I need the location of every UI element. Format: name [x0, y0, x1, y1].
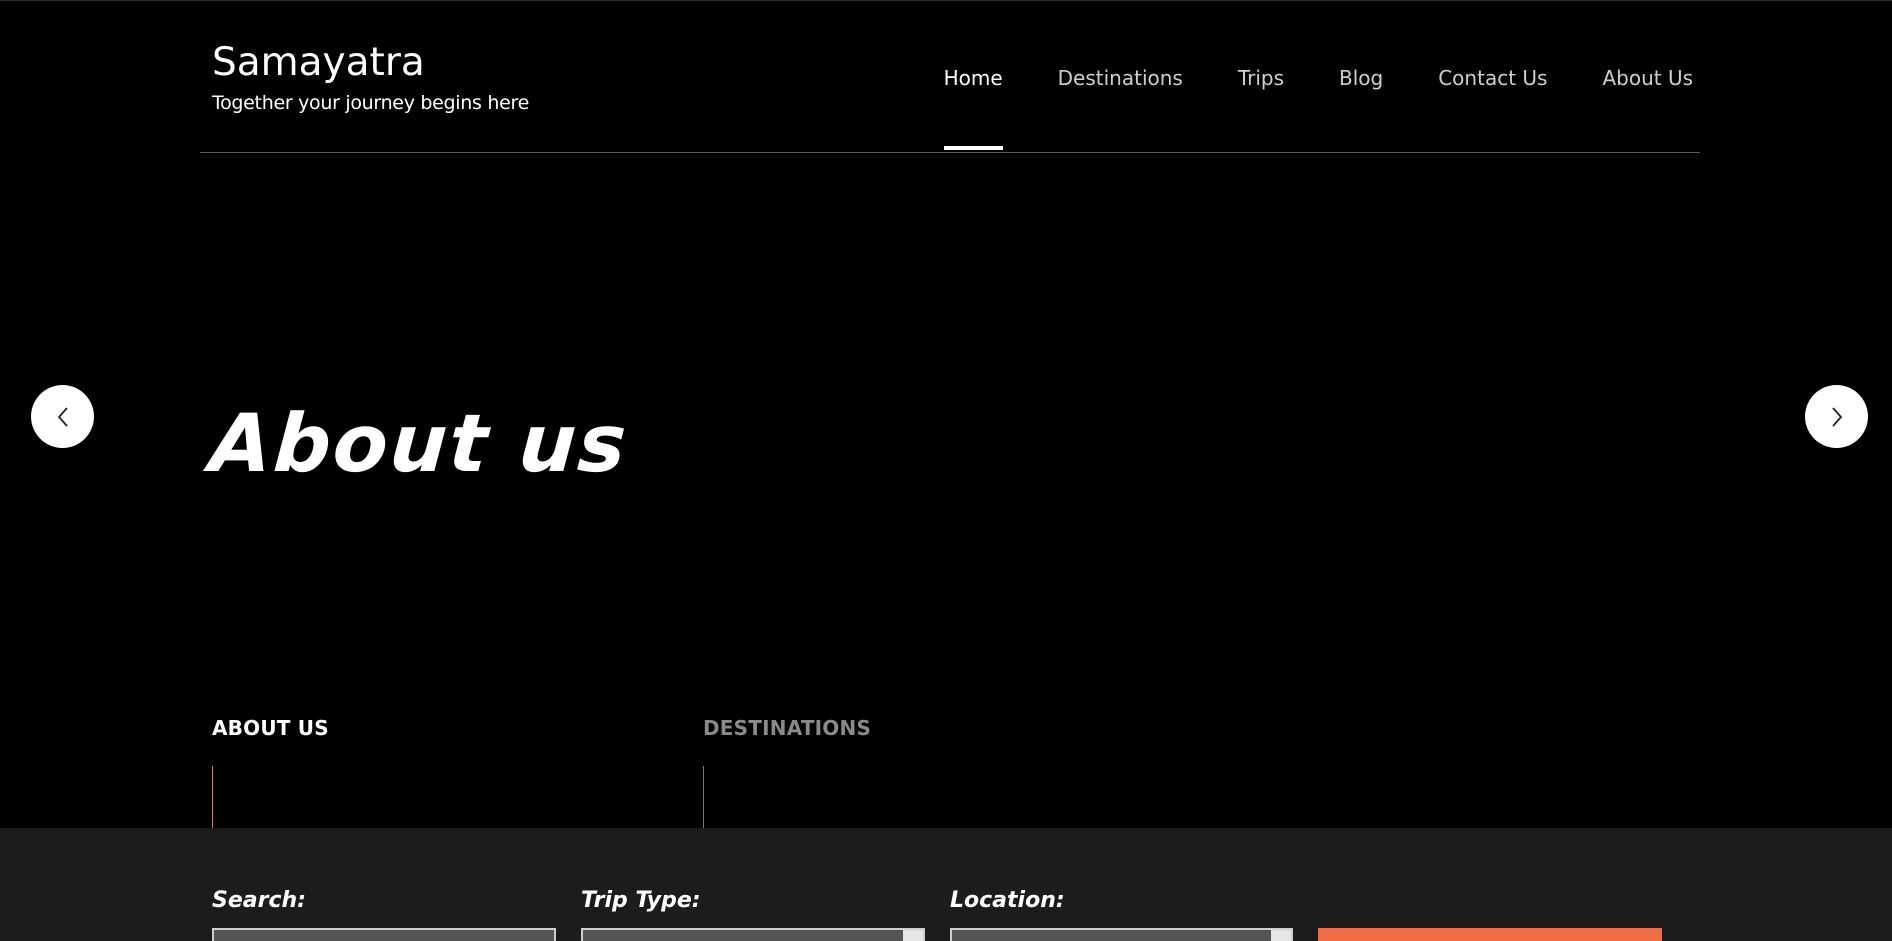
- nav-item-label: Trips: [1237, 66, 1284, 90]
- site-tagline: Together your journey begins here: [212, 92, 529, 114]
- nav-item-blog[interactable]: Blog: [1339, 61, 1383, 95]
- trip-type-select[interactable]: [581, 928, 925, 941]
- location-label: Location:: [950, 888, 1065, 913]
- chevron-left-icon: [57, 406, 68, 427]
- trip-search-bar: Search: Trip Type: Location:: [0, 828, 1892, 941]
- location-select[interactable]: [950, 928, 1293, 941]
- nav-item-home[interactable]: Home: [943, 61, 1003, 150]
- trip-type-scrollbar[interactable]: [903, 930, 923, 941]
- brand: Samayatra Together your journey begins h…: [212, 39, 529, 115]
- nav-item-label: About Us: [1602, 66, 1693, 90]
- main-nav: Home Destinations Trips Blog Contact Us …: [889, 61, 1693, 150]
- hero-title: About us: [206, 397, 632, 490]
- active-nav-indicator: [943, 146, 1003, 150]
- nav-item-label: Destinations: [1057, 66, 1183, 90]
- tab-about-us-indicator: [212, 766, 213, 828]
- nav-item-about-us[interactable]: About Us: [1602, 61, 1693, 95]
- search-submit-button[interactable]: [1318, 928, 1662, 941]
- page: Samayatra Together your journey begins h…: [0, 0, 1892, 941]
- nav-item-contact-us[interactable]: Contact Us: [1438, 61, 1547, 95]
- site-title[interactable]: Samayatra: [212, 39, 529, 87]
- header-divider: [200, 152, 1700, 153]
- slider-next-button[interactable]: [1805, 385, 1868, 448]
- nav-item-trips[interactable]: Trips: [1238, 61, 1284, 95]
- search-label: Search:: [212, 888, 306, 913]
- tab-destinations-indicator: [703, 766, 704, 828]
- nav-item-label: Contact Us: [1438, 66, 1548, 90]
- nav-item-label: Home: [943, 66, 1003, 90]
- nav-item-label: Blog: [1339, 66, 1384, 90]
- trip-type-label: Trip Type:: [581, 888, 701, 913]
- chevron-right-icon: [1831, 406, 1842, 427]
- tab-destinations[interactable]: DESTINATIONS: [703, 716, 871, 740]
- search-input[interactable]: [212, 928, 556, 941]
- tab-about-us[interactable]: ABOUT US: [212, 716, 329, 740]
- location-scrollbar[interactable]: [1271, 930, 1291, 941]
- slider-prev-button[interactable]: [31, 385, 94, 448]
- nav-item-destinations[interactable]: Destinations: [1058, 61, 1183, 95]
